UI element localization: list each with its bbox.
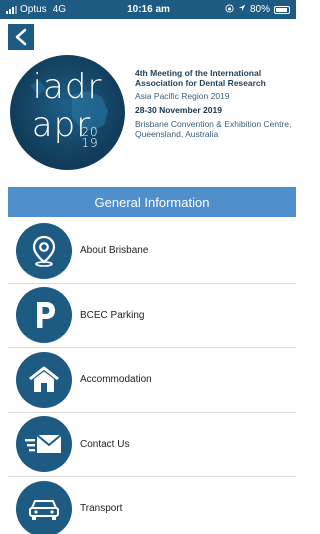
house-icon [16,351,72,408]
envelope-icon [16,416,72,473]
conference-title: 4th Meeting of the International Associa… [135,68,266,88]
menu-item-contact-us[interactable]: Contact Us [8,413,296,477]
conference-venue: Brisbane Convention & Exhibition Centre,… [135,119,292,139]
battery-percent: 80% [249,4,270,15]
status-right-group: 80% [195,3,290,16]
menu-item-transport[interactable]: Transport [8,477,296,534]
menu-item-bcec-parking[interactable]: BCEC Parking [8,284,296,348]
battery-icon [274,5,290,14]
parking-icon [16,287,72,344]
carrier-name: Optus [20,4,47,15]
menu-item-label: BCEC Parking [80,309,145,321]
logo-text-apr: apr [31,105,92,145]
network-type: 4G [52,4,67,15]
back-button[interactable] [8,24,34,50]
logo-year-bottom: 19 [81,136,99,150]
map-pin-icon [16,222,72,279]
menu-item-label: Contact Us [80,438,130,450]
status-bar: Optus 4G 10:16 am 80% [0,0,296,19]
location-icon [238,4,246,15]
signal-icon [6,5,17,14]
menu-item-label: Transport [80,503,123,515]
menu-item-about-brisbane[interactable]: About Brisbane [8,219,296,284]
status-carrier-group: Optus 4G [6,4,96,15]
lock-rotation-icon [225,3,234,16]
conference-dates: 28-30 November 2019 [135,105,222,115]
status-time: 10:16 am [127,4,170,15]
logo-text-iadr: iadr [32,67,103,107]
conference-region: Asia Pacific Region 2019 [135,91,230,101]
section-title: General Information [94,194,210,210]
car-icon [16,480,72,534]
menu-item-label: About Brisbane [80,245,149,257]
chevron-left-icon [15,28,27,46]
menu-item-accommodation[interactable]: Accommodation [8,348,296,413]
section-header: General Information [8,187,296,217]
menu-item-label: Accommodation [80,374,152,386]
conference-logo: iadr apr 20 19 [10,55,125,170]
menu-list: About Brisbane BCEC Parking Accommodatio… [8,219,296,534]
conference-info: 4th Meeting of the International Associa… [135,68,295,139]
